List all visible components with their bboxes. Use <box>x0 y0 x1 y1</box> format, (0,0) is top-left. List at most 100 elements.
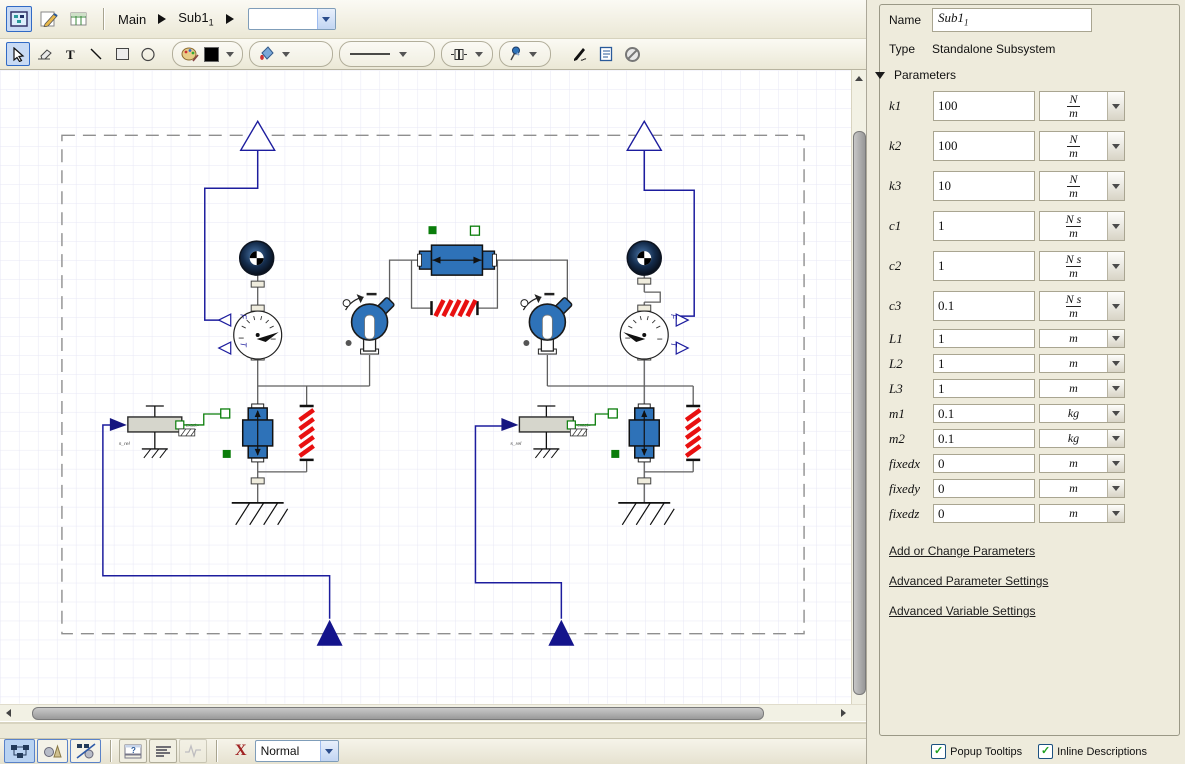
simulation-mode-select[interactable]: Normal <box>255 740 339 762</box>
splitter-strip[interactable] <box>0 721 866 738</box>
model-workspace-icon <box>10 11 28 27</box>
param-unit-select[interactable]: m <box>1039 354 1125 373</box>
param-unit-select[interactable]: m <box>1039 379 1125 398</box>
port-spacing-select[interactable] <box>441 41 493 67</box>
param-unit-select[interactable]: m <box>1039 479 1125 498</box>
pin-select[interactable] <box>499 41 551 67</box>
help-pane-button[interactable]: ? <box>119 739 147 763</box>
pen-color-select[interactable] <box>172 41 243 67</box>
fill-color-select[interactable] <box>249 41 333 67</box>
chevron-down-icon <box>1112 336 1120 341</box>
advanced-variable-settings-link[interactable]: Advanced Variable Settings <box>889 604 1185 618</box>
param-unit-select[interactable]: kg <box>1039 404 1125 423</box>
param-value-input[interactable]: 1 <box>933 329 1035 348</box>
diagram-view-button[interactable] <box>4 739 35 763</box>
line-style-select[interactable] <box>339 41 435 67</box>
unit-dropdown-button[interactable] <box>1107 430 1124 447</box>
horizontal-scroll-thumb[interactable] <box>32 707 764 720</box>
unit-dropdown-button[interactable] <box>1107 455 1124 472</box>
param-value-input[interactable]: 100 <box>933 91 1035 121</box>
signature-tool-button[interactable] <box>568 42 592 66</box>
param-unit-select[interactable]: Nm <box>1039 91 1125 121</box>
param-value-input[interactable]: 0.1 <box>933 291 1035 321</box>
unit-dropdown-button[interactable] <box>1107 292 1124 320</box>
text-tool-button[interactable]: T <box>58 42 82 66</box>
breadcrumb-sub1[interactable]: Sub11 <box>178 10 213 28</box>
param-value-input[interactable]: 0.1 <box>933 404 1035 423</box>
param-value-input[interactable]: 0 <box>933 504 1035 523</box>
rectangle-tool-button[interactable] <box>110 42 134 66</box>
param-value-input[interactable]: 10 <box>933 171 1035 201</box>
param-value-input[interactable]: 1 <box>933 354 1035 373</box>
signal-port-square[interactable] <box>470 227 479 236</box>
breadcrumb-main[interactable]: Main <box>118 12 146 27</box>
3d-view-button[interactable] <box>37 739 68 763</box>
param-value-input[interactable]: 1 <box>933 211 1035 241</box>
zoom-select-button[interactable] <box>317 9 335 29</box>
scroll-left-button[interactable] <box>2 707 15 719</box>
eraser-tool-button[interactable] <box>32 42 56 66</box>
vertical-scroll-thumb[interactable] <box>853 131 866 695</box>
unit-dropdown-button[interactable] <box>1107 172 1124 200</box>
scroll-right-button[interactable] <box>837 707 850 719</box>
model-diagram-canvas[interactable]: s_rel exact= <box>0 70 851 704</box>
force-torque-gauge-icon[interactable] <box>620 311 668 359</box>
param-unit-select[interactable]: m <box>1039 504 1125 523</box>
scroll-up-button[interactable] <box>853 72 865 85</box>
signal-port-square-filled[interactable] <box>611 450 619 458</box>
unit-dropdown-button[interactable] <box>1107 132 1124 160</box>
signal-port-square-filled[interactable] <box>429 227 437 235</box>
model-workspace-button[interactable] <box>6 6 32 32</box>
param-unit-select[interactable]: kg <box>1039 429 1125 448</box>
inline-descriptions-checkbox[interactable]: ✓ <box>1038 744 1053 759</box>
mode-select-button[interactable] <box>320 741 338 761</box>
unit-dropdown-button[interactable] <box>1107 380 1124 397</box>
select-tool-button[interactable] <box>6 42 30 66</box>
line-tool-button[interactable] <box>84 42 108 66</box>
param-unit-select[interactable]: N sm <box>1039 291 1125 321</box>
param-unit-value: Nm <box>1040 92 1107 120</box>
combined-view-button[interactable] <box>70 739 101 763</box>
unit-dropdown-button[interactable] <box>1107 92 1124 120</box>
collapse-triangle-icon[interactable] <box>875 72 885 79</box>
param-value-input[interactable]: 1 <box>933 379 1035 398</box>
unit-dropdown-button[interactable] <box>1107 212 1124 240</box>
param-unit-select[interactable]: N sm <box>1039 251 1125 281</box>
signal-port-square-filled[interactable] <box>223 450 231 458</box>
advanced-parameter-settings-link[interactable]: Advanced Parameter Settings <box>889 574 1185 588</box>
vertical-scrollbar[interactable] <box>851 70 866 704</box>
name-input[interactable]: Sub11 <box>932 8 1092 32</box>
parameters-table-button[interactable] <box>66 6 92 32</box>
unit-dropdown-button[interactable] <box>1107 355 1124 372</box>
zoom-level-select[interactable] <box>248 8 336 30</box>
popup-tooltips-checkbox[interactable]: ✓ <box>931 744 946 759</box>
param-value-input[interactable]: 0 <box>933 479 1035 498</box>
param-value-input[interactable]: 0 <box>933 454 1035 473</box>
param-value-input[interactable]: 0.1 <box>933 429 1035 448</box>
clear-error-button[interactable]: X <box>235 742 247 760</box>
annotation-edit-button[interactable] <box>36 6 62 32</box>
simulation-results-button[interactable] <box>179 739 207 763</box>
svg-text:T: T <box>66 48 75 61</box>
unit-dropdown-button[interactable] <box>1107 252 1124 280</box>
description-button[interactable] <box>594 42 618 66</box>
signal-port-square[interactable] <box>608 409 617 418</box>
unit-dropdown-button[interactable] <box>1107 480 1124 497</box>
param-unit-select[interactable]: Nm <box>1039 131 1125 161</box>
param-value-input[interactable]: 1 <box>933 251 1035 281</box>
param-value-input[interactable]: 100 <box>933 131 1035 161</box>
console-output-button[interactable] <box>149 739 177 763</box>
disable-button[interactable] <box>620 42 644 66</box>
add-change-parameters-link[interactable]: Add or Change Parameters <box>889 544 1185 558</box>
horizontal-scrollbar[interactable] <box>0 704 866 721</box>
unit-dropdown-button[interactable] <box>1107 330 1124 347</box>
ellipse-tool-button[interactable] <box>136 42 160 66</box>
param-unit-select[interactable]: N sm <box>1039 211 1125 241</box>
param-unit-select[interactable]: m <box>1039 329 1125 348</box>
param-unit-select[interactable]: Nm <box>1039 171 1125 201</box>
line-style-icon <box>348 51 392 57</box>
unit-dropdown-button[interactable] <box>1107 405 1124 422</box>
param-unit-select[interactable]: m <box>1039 454 1125 473</box>
signal-port-square[interactable] <box>221 409 230 418</box>
unit-dropdown-button[interactable] <box>1107 505 1124 522</box>
